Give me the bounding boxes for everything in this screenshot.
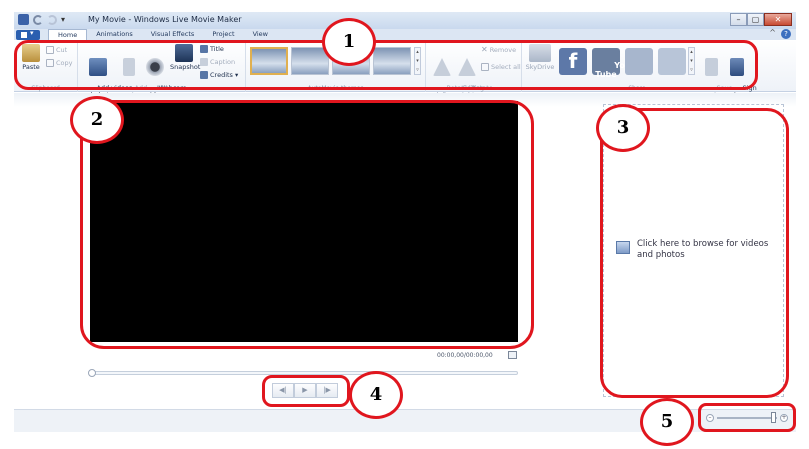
- callout-ring-playback: [262, 375, 350, 407]
- timecode: 00:00,00/00:00,00: [437, 352, 493, 359]
- ribbon-tab-bar: Home Animations Visual Effects Project V…: [14, 28, 796, 40]
- redo-icon[interactable]: [47, 14, 57, 25]
- undo-icon[interactable]: [33, 14, 43, 25]
- save-icon[interactable]: [18, 14, 29, 25]
- window-title: My Movie - Windows Live Movie Maker: [88, 15, 242, 24]
- minimize-ribbon-icon[interactable]: ^: [769, 28, 776, 37]
- quick-access-toolbar: ▾: [18, 14, 65, 25]
- tab-home[interactable]: Home: [48, 29, 88, 40]
- title-bar: ▾ My Movie - Windows Live Movie Maker – …: [14, 12, 796, 29]
- callout-badge-1: 1: [322, 18, 376, 66]
- seek-thumb[interactable]: [88, 369, 96, 377]
- callout-badge-2: 2: [70, 96, 124, 144]
- movie-maker-window: ▾ My Movie - Windows Live Movie Maker – …: [0, 0, 809, 449]
- help-icon[interactable]: ?: [781, 29, 791, 39]
- window-controls: – ▢ ✕: [730, 13, 792, 26]
- fullscreen-icon[interactable]: [508, 351, 517, 359]
- callout-ring-preview: [80, 100, 534, 349]
- qat-dropdown-icon[interactable]: ▾: [61, 15, 65, 24]
- tab-visual-effects[interactable]: Visual Effects: [142, 29, 204, 40]
- callout-badge-4: 4: [349, 371, 403, 419]
- callout-ring-zoom: [698, 403, 796, 432]
- tab-animations[interactable]: Animations: [87, 29, 142, 40]
- callout-badge-3: 3: [596, 104, 650, 152]
- minimize-button[interactable]: –: [730, 13, 747, 26]
- close-button[interactable]: ✕: [764, 13, 792, 26]
- tab-view[interactable]: View: [244, 29, 277, 40]
- file-menu-button[interactable]: [16, 29, 40, 40]
- callout-badge-5: 5: [640, 398, 694, 446]
- tab-project[interactable]: Project: [203, 29, 243, 40]
- ribbon-tabs: Home Animations Visual Effects Project V…: [48, 29, 277, 40]
- callout-ring-ribbon: [14, 40, 758, 90]
- maximize-button[interactable]: ▢: [747, 13, 764, 26]
